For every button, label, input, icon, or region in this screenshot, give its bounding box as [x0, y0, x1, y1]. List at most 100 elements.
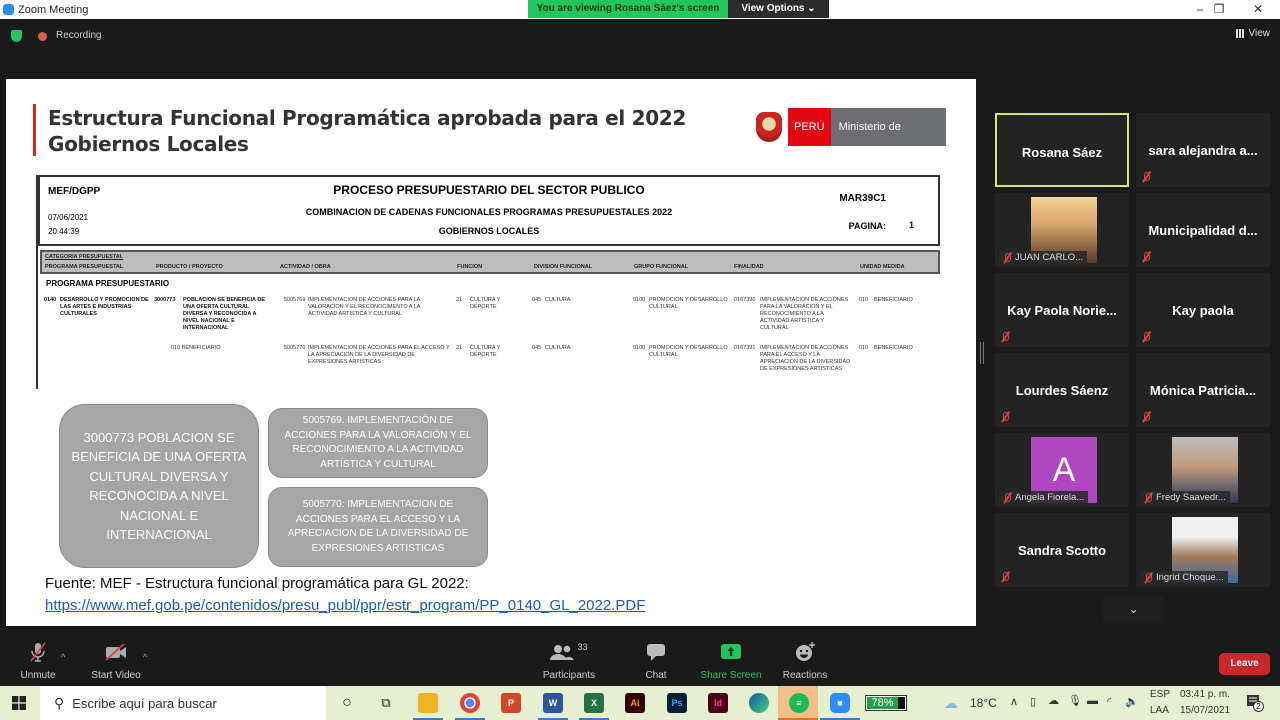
participants-label: Participants — [542, 670, 596, 681]
unmute-button[interactable]: Unmute — [18, 640, 58, 681]
viewing-banner: You are viewing Rosana Sáez's screen Vie… — [528, 0, 829, 18]
source-text: Fuente: MEF - Estructura funcional progr… — [45, 575, 469, 592]
participant-tile[interactable]: Sandra Scotto — [995, 513, 1129, 587]
participant-name-label: Fredy Saavedr... — [1140, 491, 1230, 505]
ministry-logo: PERÚ Ministerio de Cultura — [756, 108, 946, 171]
cell-func-code: 21 — [456, 297, 463, 303]
participant-name: Rosana Sáez — [1021, 145, 1103, 160]
meeting-toolbar: Unmute ^ Start Video ^ 33 Participants C… — [0, 640, 1280, 686]
leave-button[interactable]: Leave — [1219, 653, 1270, 675]
meeting-topbar: Recording View — [0, 19, 1280, 52]
slide-title: Estructura Funcional Programática aproba… — [48, 106, 687, 156]
participant-name: Mónica Patricia... — [1149, 383, 1257, 398]
weather-icon[interactable]: ☁ — [944, 695, 958, 712]
language-top[interactable]: ESP — [1150, 689, 1170, 700]
muted-mic-icon — [999, 571, 1011, 583]
spotify-icon[interactable]: ≡ — [789, 693, 809, 713]
participant-tile[interactable]: A Angela Fiorela... — [995, 433, 1129, 507]
participant-name: Ingrid Choque... — [1156, 572, 1224, 583]
battery-level: 78% — [867, 697, 898, 709]
chrome-icon[interactable] — [460, 693, 480, 713]
windows-start-icon[interactable] — [12, 696, 26, 710]
participant-tile[interactable]: Kay paola — [1136, 273, 1270, 347]
camera-icon[interactable]: ▯ — [1030, 695, 1036, 708]
audio-options-caret[interactable]: ^ — [61, 652, 65, 662]
logo-peru: PERÚ — [788, 108, 831, 146]
header-categoria: CATEGORIA PRESUPUESTAL — [45, 254, 124, 260]
clock-time[interactable]: 03:41 p. m. — [1180, 689, 1230, 700]
participant-tile[interactable]: Lourdes Sáenz — [995, 353, 1129, 427]
panel-splitter-handle[interactable] — [980, 342, 984, 364]
participant-tile[interactable]: Kay Paola Norie... — [995, 273, 1129, 347]
cell-prod-name: POBLACION SE BENEFICIA DE UNA OFERTA CUL… — [183, 297, 265, 331]
participant-name: Fredy Saavedr... — [1156, 492, 1226, 503]
temperature[interactable]: 18°C — [970, 696, 997, 710]
participant-name: Municipalidad d... — [1148, 223, 1258, 238]
participant-name: JUAN CARLO... — [1015, 252, 1084, 263]
participant-tile[interactable]: Mónica Patricia... — [1136, 353, 1270, 427]
onedrive-icon[interactable]: ☁ — [1048, 694, 1059, 707]
participant-tile[interactable]: Municipalidad d... — [1136, 193, 1270, 267]
cell-div-name: CULTURA — [545, 345, 571, 351]
language-bottom[interactable]: LAA — [1150, 705, 1169, 716]
excel-icon[interactable]: X — [584, 693, 604, 713]
display-icon[interactable]: ▬ — [1087, 695, 1098, 707]
source-link[interactable]: https://www.mef.gob.pe/contenidos/presu_… — [45, 597, 645, 614]
view-options-button[interactable]: View Options ⌄ — [728, 0, 829, 18]
cell-div-code: 045 — [532, 345, 542, 351]
cortana-icon[interactable]: ○ — [337, 693, 357, 713]
photoshop-icon[interactable]: Ps — [667, 693, 687, 713]
powerpoint-icon[interactable]: P — [501, 693, 521, 713]
product-box: 3000773 POBLACION SE BENEFICIA DE UNA OF… — [59, 404, 259, 568]
chat-icon — [636, 640, 676, 664]
report-subtitle: COMBINACION DE CADENAS FUNCIONALES PROGR… — [305, 207, 673, 217]
share-screen-button[interactable]: Share Screen — [698, 640, 764, 681]
microphone-icon[interactable]: 🎙 — [1068, 694, 1082, 707]
wifi-icon[interactable]: ◜ — [1107, 695, 1111, 708]
volume-icon[interactable]: 🔈 — [1125, 695, 1139, 708]
source-note: Fuente: MEF - Estructura funcional progr… — [45, 573, 645, 617]
start-video-button[interactable]: Start Video — [88, 640, 144, 681]
participant-name-label: Angela Fiorela... — [999, 491, 1089, 505]
illustrator-icon[interactable]: Ai — [625, 693, 645, 713]
participant-tile[interactable]: Rosana Sáez — [995, 113, 1129, 187]
zoom-taskbar-icon[interactable]: ■ — [830, 693, 850, 713]
notifications-count: 2 — [1253, 701, 1264, 712]
participant-tile[interactable]: Fredy Saavedr... — [1136, 433, 1270, 507]
participants-button[interactable]: 33 Participants — [538, 640, 600, 681]
task-view-icon[interactable]: ⧉ — [376, 693, 396, 713]
recording-icon — [38, 32, 47, 41]
windows-taskbar: ⚲ Escribe aquí para buscar ○ ⧉ P W X Ai … — [0, 686, 1280, 720]
header-finalidad: FINALIDAD — [734, 264, 764, 270]
header-unidad: UNIDAD MEDIDA — [860, 264, 905, 270]
view-button[interactable]: View — [1235, 28, 1270, 39]
show-hidden-icons-icon[interactable]: ∧ — [1010, 695, 1018, 708]
more-participants-button[interactable]: ⌄ — [1103, 596, 1164, 623]
muted-mic-icon — [1140, 171, 1152, 183]
participant-tile[interactable]: sara alejandra a... — [1136, 113, 1270, 187]
file-explorer-icon[interactable] — [418, 693, 438, 713]
participant-tile[interactable]: Ingrid Choque... — [1136, 513, 1270, 587]
word-icon[interactable]: W — [543, 693, 563, 713]
taskbar-search-input[interactable]: ⚲ Escribe aquí para buscar — [40, 686, 326, 720]
indesign-icon[interactable]: Id — [708, 693, 728, 713]
report-code: MAR39C1 — [839, 193, 886, 204]
edge-icon[interactable] — [749, 693, 769, 713]
zoom-app-icon — [3, 4, 14, 15]
notifications-icon[interactable]: 2 — [1245, 693, 1265, 713]
cell-func-name: CULTURA Y DEPORTE — [470, 345, 501, 358]
search-placeholder: Escribe aquí para buscar — [72, 695, 217, 711]
reactions-button[interactable]: Reactions — [780, 640, 830, 681]
restore-button[interactable]: ❐ — [1199, 0, 1239, 19]
participants-icon-wrap: 33 — [538, 640, 600, 664]
chat-button[interactable]: Chat — [636, 640, 676, 681]
recording-label: Recording — [56, 30, 102, 41]
video-options-caret[interactable]: ^ — [143, 652, 147, 662]
close-button[interactable]: ✕ — [1238, 0, 1278, 19]
participant-tile[interactable]: JUAN CARLO... — [995, 193, 1129, 267]
security-shield-icon[interactable] — [11, 30, 22, 42]
battery-indicator[interactable]: 78% — [865, 695, 907, 711]
muted-mic-icon — [999, 331, 1011, 343]
clock-date[interactable]: 15/07/2021 — [1180, 705, 1230, 716]
peru-coat-of-arms-icon — [756, 112, 782, 142]
